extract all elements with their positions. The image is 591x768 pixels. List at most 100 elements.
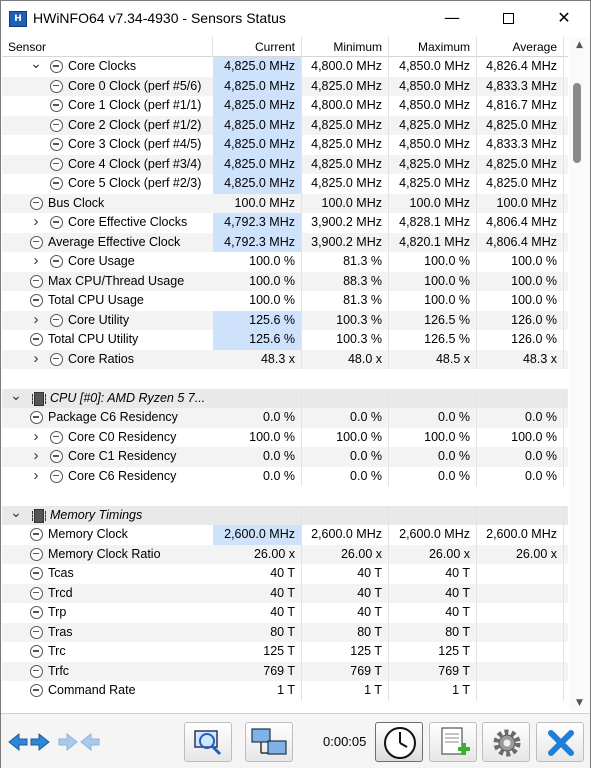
title-bar[interactable]: H HWiNFO64 v7.34-4930 - Sensors Status —… — [1, 1, 590, 37]
column-header-sensor[interactable]: Sensor — [2, 37, 213, 57]
sensor-row[interactable]: Total CPU Usage 100.0 % 81.3 % 100.0 % 100.0… — [2, 291, 568, 311]
group-empty-cell — [389, 388, 477, 408]
maximize-button[interactable] — [485, 1, 531, 35]
value-max: 100.0 % — [389, 252, 477, 272]
sensor-row[interactable]: › Core C1 Residency 0.0 % 0.0 % 0.0 % 0.0 % — [2, 447, 568, 467]
sensor-row[interactable]: Core 2 Clock (perf #1/2) 4,825.0 MHz 4,825… — [2, 115, 568, 135]
chevron-down-icon[interactable]: ⌄ — [30, 57, 42, 74]
sensor-row[interactable]: › Core C0 Residency 100.0 % 100.0 % 100.0 % 1… — [2, 427, 568, 447]
sensor-group-header[interactable]: ⌄ CPU [#0]: AMD Ryzen 5 7... — [2, 388, 568, 408]
sensor-row[interactable]: Total CPU Utility 125.6 % 100.3 % 126.5 % 12… — [2, 330, 568, 350]
sensor-row[interactable]: Core 4 Clock (perf #3/4) 4,825.0 MHz 4,825… — [2, 154, 568, 175]
sensor-label-cell: Trc — [2, 642, 213, 662]
sensor-name: Average Effective Clock — [48, 234, 181, 249]
sensor-group-header[interactable]: ⌄ Memory Timings — [2, 505, 568, 525]
sensor-row[interactable]: › Core Effective Clocks 4,792.3 MHz 3,900.2… — [2, 213, 568, 233]
group-empty-cell — [477, 388, 564, 408]
value-cur: 26.00 x — [213, 544, 302, 564]
value-avg — [477, 661, 564, 681]
sensor-gauge-icon — [30, 547, 43, 561]
chevron-down-icon[interactable]: ⌄ — [10, 506, 22, 523]
close-sensors-button[interactable] — [536, 722, 584, 762]
sensor-row[interactable]: › Core Ratios 48.3 x 48.0 x 48.5 x 48.3 x — [2, 349, 568, 370]
value-avg: 4,833.3 MHz — [477, 76, 564, 96]
logging-button[interactable] — [429, 722, 477, 762]
scroll-up-arrow-icon[interactable]: ▲ — [569, 37, 590, 53]
value-min: 100.0 MHz — [302, 193, 389, 213]
chevron-right-icon[interactable]: › — [30, 311, 42, 330]
sensor-row[interactable]: Memory Clock Ratio 26.00 x 26.00 x 26.00 x2… — [2, 544, 568, 564]
sensor-name: Command Rate — [48, 683, 136, 697]
navigate-arrows-disabled-button[interactable] — [55, 722, 103, 762]
sensor-row[interactable]: Command Rate 1 T1 T1 T — [2, 681, 568, 701]
sensor-name: Core Utility — [68, 312, 130, 327]
chevron-right-icon[interactable]: › — [30, 252, 42, 271]
sensor-row[interactable]: › Core C6 Residency 0.0 % 0.0 % 0.0 % 0.0 % — [2, 466, 568, 486]
value-max: 0.0 % — [389, 408, 477, 428]
chevron-right-icon[interactable]: › — [30, 447, 42, 466]
sensor-monitor-button[interactable] — [184, 722, 232, 762]
value-min: 0.0 % — [302, 408, 389, 428]
sensor-label-cell: Core 0 Clock (perf #5/6) — [2, 77, 213, 97]
chevron-right-icon[interactable]: › — [30, 428, 42, 447]
hwinfo-app-icon: H — [9, 11, 27, 27]
reset-timer-button[interactable] — [375, 722, 423, 762]
sensor-label-cell: › Core C1 Residency — [2, 447, 213, 467]
column-header-maximum[interactable]: Maximum — [389, 37, 477, 57]
chevron-right-icon[interactable]: › — [30, 213, 42, 232]
sensor-row[interactable]: Trc 125 T 125 T 125 T — [2, 642, 568, 662]
sensor-name: Core Clocks — [68, 59, 137, 73]
column-header-average[interactable]: Average — [477, 37, 564, 57]
sensor-label-cell: Tcas — [2, 564, 213, 584]
vertical-scrollbar[interactable]: ▲ ▼ — [569, 37, 590, 711]
sensor-row[interactable]: Trcd 40 T 40 T 40 T — [2, 583, 568, 603]
scroll-down-arrow-icon[interactable]: ▼ — [569, 695, 590, 711]
value-avg — [477, 583, 564, 603]
scrollbar-thumb[interactable] — [573, 83, 581, 163]
sensor-row[interactable]: Core 5 Clock (perf #2/3) 4,825.0 MHz 4,825… — [2, 174, 568, 194]
sensor-row[interactable]: Tcas 40 T 40 T 40 T — [2, 564, 568, 584]
value-min: 100.3 % — [302, 310, 389, 330]
sensor-row[interactable]: Core 3 Clock (perf #4/5) 4,825.0 MHz 4,825… — [2, 135, 568, 155]
sensor-row[interactable]: Core 0 Clock (perf #5/6) 4,825.0 MHz 4,825… — [2, 76, 568, 97]
group-label: CPU [#0]: AMD Ryzen 5 7... — [50, 390, 206, 405]
sensor-row[interactable]: Package C6 Residency 0.0 % 0.0 % 0.0 % 0.0 % — [2, 408, 568, 428]
double-arrow-icon — [8, 732, 50, 752]
sensor-row[interactable]: › Core Usage 100.0 % 81.3 % 100.0 % 100.0 % — [2, 252, 568, 272]
sensor-row[interactable]: Trfc 769 T 769 T 769 T — [2, 661, 568, 681]
sensor-label-cell: Trp — [2, 603, 213, 623]
sensor-row[interactable]: Core 1 Clock (perf #1/1) 4,825.0 MHz 4,800… — [2, 96, 568, 116]
sensor-label-cell: › Core Ratios — [2, 350, 213, 370]
sensor-row[interactable]: Memory Clock 2,600.0 MHz 2,600.0 MHz 2,600.… — [2, 525, 568, 545]
sensor-label-cell: Core 4 Clock (perf #3/4) — [2, 155, 213, 175]
sensor-label-cell: › Core Usage — [2, 252, 213, 272]
sensor-row[interactable]: Trp 40 T 40 T 40 T — [2, 603, 568, 623]
sensor-row[interactable]: Average Effective Clock 4,792.3 MHz 3,900.… — [2, 232, 568, 252]
column-header-minimum[interactable]: Minimum — [302, 37, 389, 57]
value-avg — [477, 564, 564, 584]
value-cur: 40 T — [213, 564, 302, 584]
chevron-right-icon[interactable]: › — [30, 350, 42, 369]
column-header-current[interactable]: Current — [213, 37, 302, 57]
navigate-arrows-button[interactable] — [5, 722, 53, 762]
chevron-down-icon[interactable]: ⌄ — [10, 389, 22, 406]
value-max: 4,850.0 MHz — [389, 57, 477, 77]
sensor-gauge-icon — [50, 138, 63, 151]
chevron-right-icon[interactable]: › — [30, 467, 42, 486]
sensor-row[interactable]: ⌄ Core Clocks 4,825.0 MHz 4,800.0 MHz 4,850.… — [2, 57, 568, 77]
close-window-button[interactable]: ✕ — [541, 1, 587, 35]
sensor-row[interactable]: › Core Utility 125.6 % 100.3 % 126.5 % 126.0 … — [2, 310, 568, 330]
sensor-row[interactable]: Tras 80 T 80 T 80 T — [2, 622, 568, 642]
value-max: 4,850.0 MHz — [389, 135, 477, 155]
sensor-name: Core C6 Residency — [68, 468, 177, 483]
value-avg — [477, 622, 564, 642]
sensor-gauge-icon — [30, 235, 43, 249]
value-max: 0.0 % — [389, 447, 477, 467]
settings-button[interactable] — [482, 722, 530, 762]
network-report-button[interactable] — [245, 722, 293, 762]
sensor-label-cell: Core 3 Clock (perf #4/5) — [2, 135, 213, 155]
value-avg: 100.0 MHz — [477, 193, 564, 213]
sensor-row[interactable]: Bus Clock 100.0 MHz 100.0 MHz 100.0 MHz 100.… — [2, 193, 568, 213]
minimize-button[interactable]: — — [429, 1, 475, 35]
sensor-row[interactable]: Max CPU/Thread Usage 100.0 % 88.3 % 100.0 %… — [2, 271, 568, 291]
